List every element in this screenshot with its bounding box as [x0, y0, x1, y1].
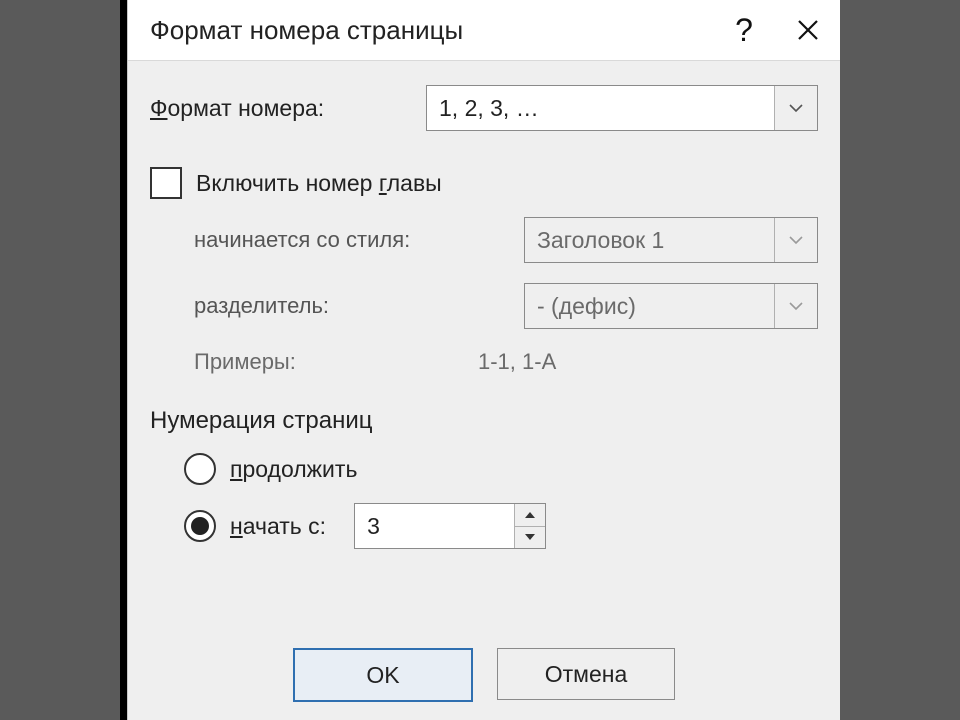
chapter-style-arrow	[774, 218, 817, 262]
cancel-button[interactable]: Отмена	[497, 648, 675, 700]
spinner-buttons	[514, 504, 545, 548]
number-format-arrow[interactable]	[774, 86, 817, 130]
examples-value: 1-1, 1-A	[478, 349, 818, 375]
close-button[interactable]	[776, 0, 840, 60]
separator-combo: - (дефис)	[524, 283, 818, 329]
separator-label: разделитель:	[194, 293, 329, 319]
chevron-down-icon	[788, 301, 804, 311]
chapter-options: начинается со стиля: Заголовок 1 раздели…	[150, 217, 818, 375]
startat-radio[interactable]	[184, 510, 216, 542]
chevron-down-icon	[788, 103, 804, 113]
close-icon	[796, 18, 820, 42]
startat-spinner[interactable]: 3	[354, 503, 546, 549]
chapter-style-row: начинается со стиля: Заголовок 1	[194, 217, 818, 263]
chapter-style-combo: Заголовок 1	[524, 217, 818, 263]
dialog-footer: OK Отмена	[128, 648, 840, 702]
triangle-down-icon	[525, 534, 535, 540]
window-frame: Формат номера страницы ? Формат номера: …	[120, 0, 840, 720]
continue-label: продолжить	[230, 456, 357, 483]
number-format-combo[interactable]: 1, 2, 3, …	[426, 85, 818, 131]
startat-label: начать с:	[230, 513, 326, 540]
dialog-title: Формат номера страницы	[150, 15, 712, 46]
include-chapter-checkbox[interactable]	[150, 167, 182, 199]
number-format-value: 1, 2, 3, …	[427, 86, 774, 130]
separator-value: - (дефис)	[525, 284, 774, 328]
include-chapter-row: Включить номер главы	[150, 167, 818, 199]
number-format-label: Формат номера:	[150, 95, 324, 122]
numbering-group-label: Нумерация страниц	[150, 407, 818, 435]
triangle-up-icon	[525, 512, 535, 518]
titlebar: Формат номера страницы ?	[128, 0, 840, 61]
spinner-down[interactable]	[515, 527, 545, 549]
separator-row: разделитель: - (дефис)	[194, 283, 818, 329]
chevron-down-icon	[788, 235, 804, 245]
chapter-style-value: Заголовок 1	[525, 218, 774, 262]
number-format-row: Формат номера: 1, 2, 3, …	[150, 85, 818, 131]
continue-radio-row: продолжить	[150, 453, 818, 485]
examples-row: Примеры: 1-1, 1-A	[194, 349, 818, 375]
include-chapter-label: Включить номер главы	[196, 170, 442, 197]
continue-radio[interactable]	[184, 453, 216, 485]
ok-button[interactable]: OK	[293, 648, 473, 702]
startat-value: 3	[355, 504, 514, 548]
dialog-body: Формат номера: 1, 2, 3, … Включить номер…	[128, 61, 840, 549]
spinner-up[interactable]	[515, 504, 545, 527]
startat-radio-row: начать с: 3	[150, 503, 818, 549]
examples-label: Примеры:	[194, 349, 296, 375]
chapter-style-label: начинается со стиля:	[194, 227, 410, 253]
separator-arrow	[774, 284, 817, 328]
page-number-format-dialog: Формат номера страницы ? Формат номера: …	[127, 0, 840, 720]
help-button[interactable]: ?	[712, 0, 776, 60]
